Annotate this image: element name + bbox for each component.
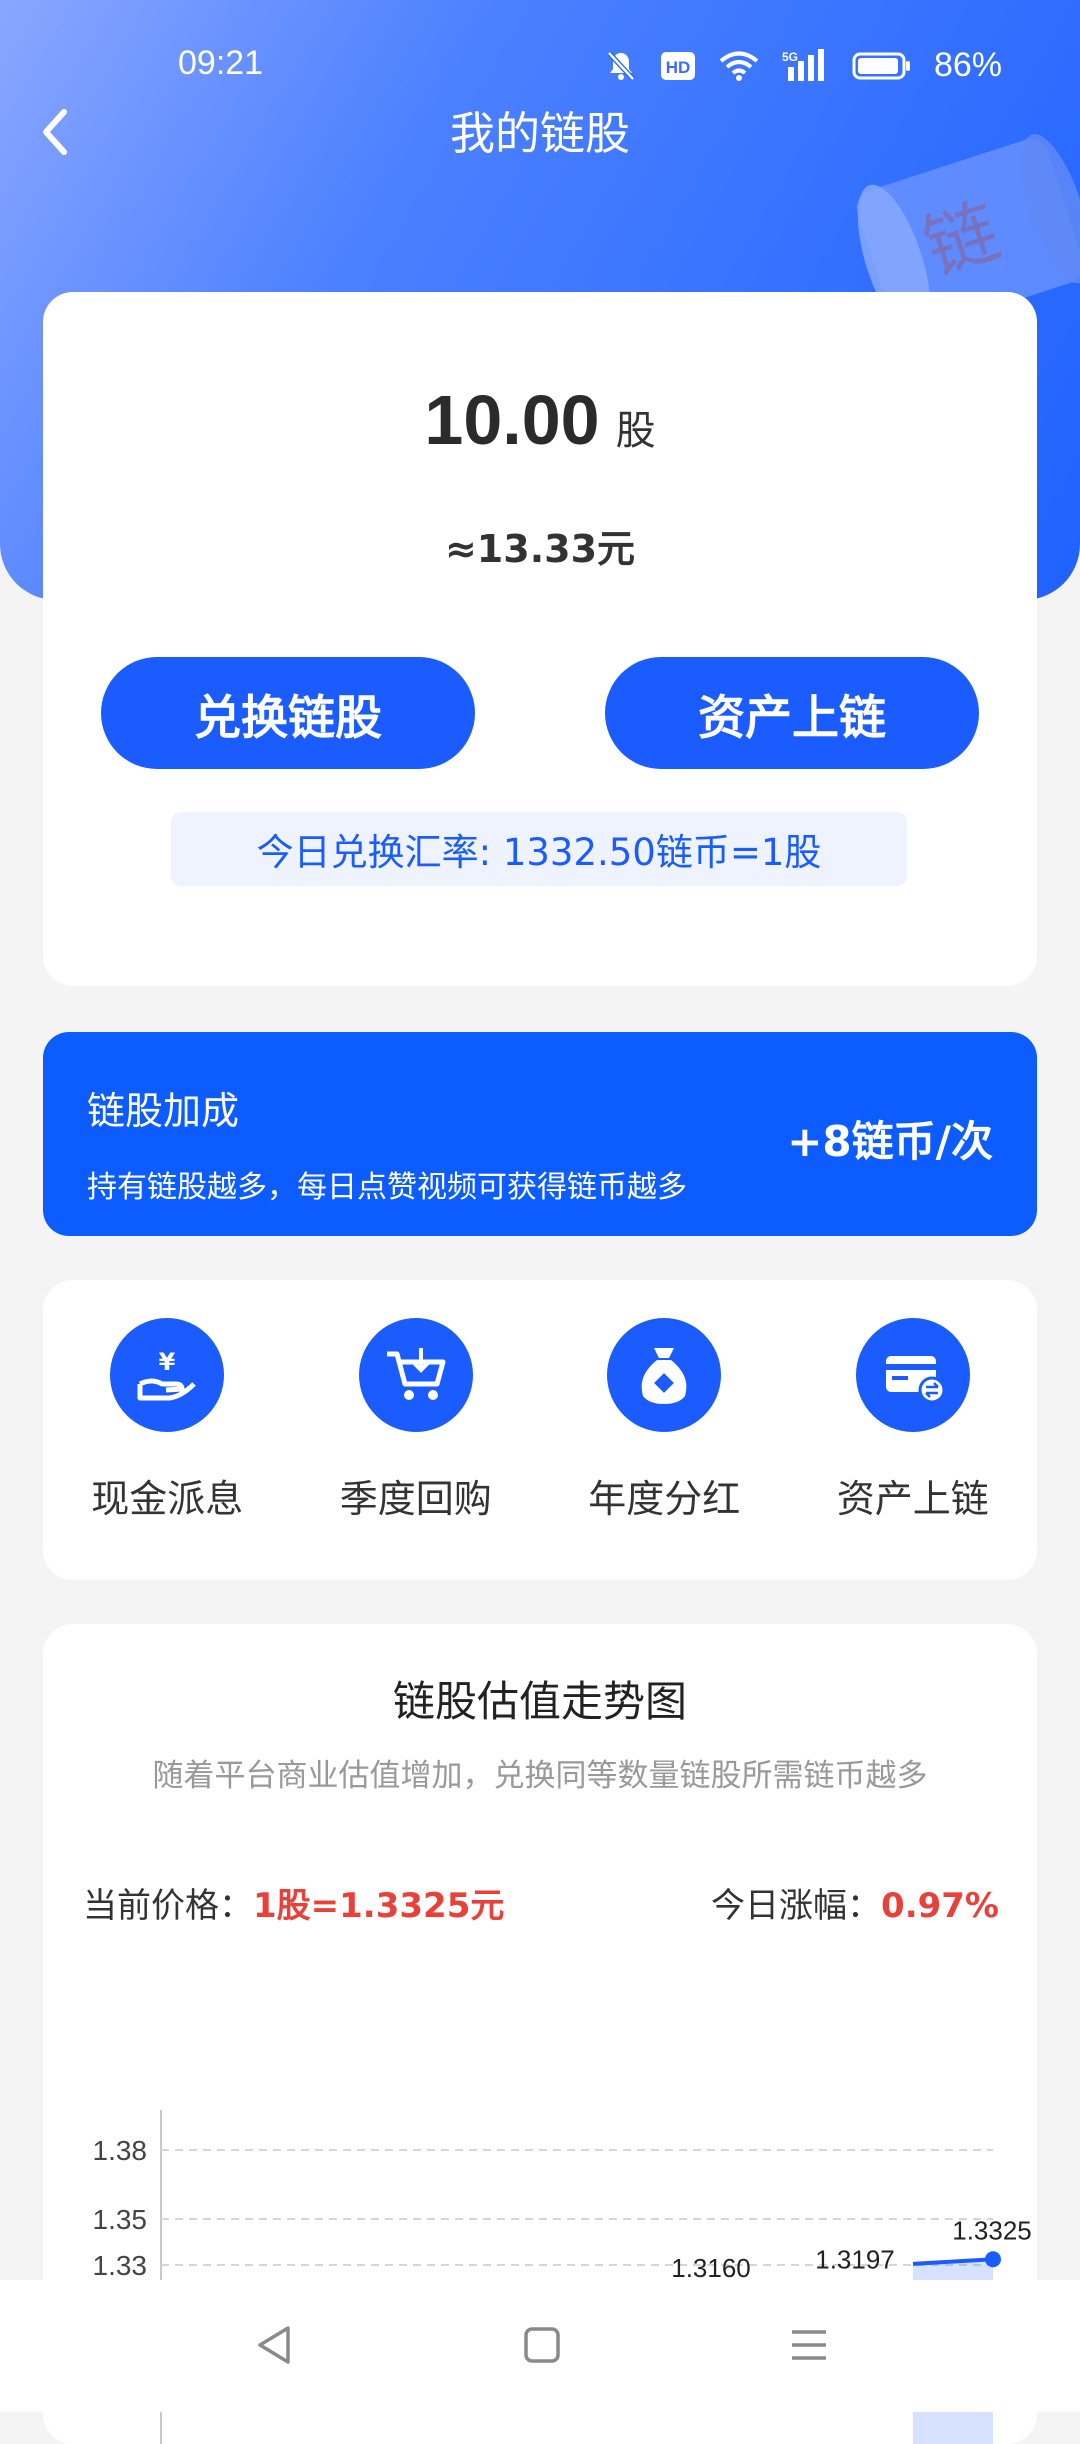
exchange-rate-text: 今日兑换汇率: 1332.50链币=1股 bbox=[171, 812, 907, 886]
wifi-icon bbox=[719, 51, 759, 81]
home-square-icon[interactable] bbox=[517, 2320, 567, 2370]
exchange-shares-button[interactable]: 兑换链股 bbox=[101, 657, 475, 769]
battery-percent: 86% bbox=[933, 46, 1002, 84]
feature-quarterly-buyback[interactable]: 季度回购 bbox=[292, 1280, 541, 1580]
battery-icon bbox=[852, 52, 910, 79]
share-unit: 股 bbox=[615, 408, 656, 454]
money-bag-icon bbox=[607, 1318, 722, 1432]
data-label: 1.3197 bbox=[815, 2245, 895, 2275]
features-card: ¥ 现金派息 季度回购 年度分红 资产上链 bbox=[43, 1280, 1037, 1580]
feature-label: 资产上链 bbox=[836, 1477, 989, 1521]
feature-label: 年度分红 bbox=[588, 1477, 741, 1521]
system-nav-bar bbox=[0, 2280, 1080, 2412]
feature-label: 现金派息 bbox=[91, 1477, 244, 1521]
menu-icon[interactable] bbox=[784, 2320, 834, 2370]
data-label: 1.3160 bbox=[671, 2253, 751, 2283]
y-tick-label: 1.38 bbox=[93, 2135, 148, 2166]
signal-5g-icon: 5G bbox=[782, 48, 824, 81]
mute-icon bbox=[607, 50, 635, 81]
feature-annual-bonus[interactable]: 年度分红 bbox=[540, 1280, 789, 1580]
status-time: 09:21 bbox=[178, 44, 264, 82]
bonus-title: 链股加成 bbox=[87, 1089, 240, 1133]
bonus-value: +8链币/次 bbox=[787, 1117, 993, 1166]
approx-value: ≈13.33元 bbox=[444, 527, 636, 571]
y-tick-label: 1.33 bbox=[93, 2250, 148, 2281]
asset-card: 10.00 股 ≈13.33元 兑换链股 资产上链 今日兑换汇率: 1332.50… bbox=[43, 292, 1037, 986]
feature-asset-on-chain[interactable]: 资产上链 bbox=[789, 1280, 1038, 1580]
amount-row: 10.00 股 bbox=[43, 380, 1037, 460]
back-triangle-icon[interactable] bbox=[250, 2320, 300, 2370]
status-bar: 09:21 HD 5G 86% bbox=[0, 44, 1080, 96]
feature-cash-dividend[interactable]: ¥ 现金派息 bbox=[43, 1280, 292, 1580]
asset-on-chain-button[interactable]: 资产上链 bbox=[605, 657, 979, 769]
card-exchange-icon bbox=[855, 1318, 970, 1432]
y-tick-label: 1.35 bbox=[93, 2204, 148, 2235]
feature-label: 季度回购 bbox=[339, 1477, 492, 1521]
svg-text:¥: ¥ bbox=[159, 1348, 176, 1376]
bonus-banner: 链股加成 持有链股越多，每日点赞视频可获得链币越多 +8链币/次 bbox=[43, 1032, 1037, 1236]
data-label: 1.3325 bbox=[952, 2215, 1032, 2245]
yuan-hand-icon: ¥ bbox=[110, 1318, 225, 1432]
cart-icon bbox=[358, 1318, 473, 1432]
data-point bbox=[985, 2251, 1001, 2268]
svg-text:HD: HD bbox=[666, 58, 691, 77]
status-icons: HD 5G 86% bbox=[604, 46, 1002, 85]
bonus-description: 持有链股越多，每日点赞视频可获得链币越多 bbox=[87, 1170, 687, 1205]
svg-text:5G: 5G bbox=[782, 50, 798, 64]
hd-icon: HD bbox=[660, 51, 695, 80]
page-title: 我的链股 bbox=[449, 107, 630, 160]
share-amount: 10.00 bbox=[424, 381, 600, 459]
